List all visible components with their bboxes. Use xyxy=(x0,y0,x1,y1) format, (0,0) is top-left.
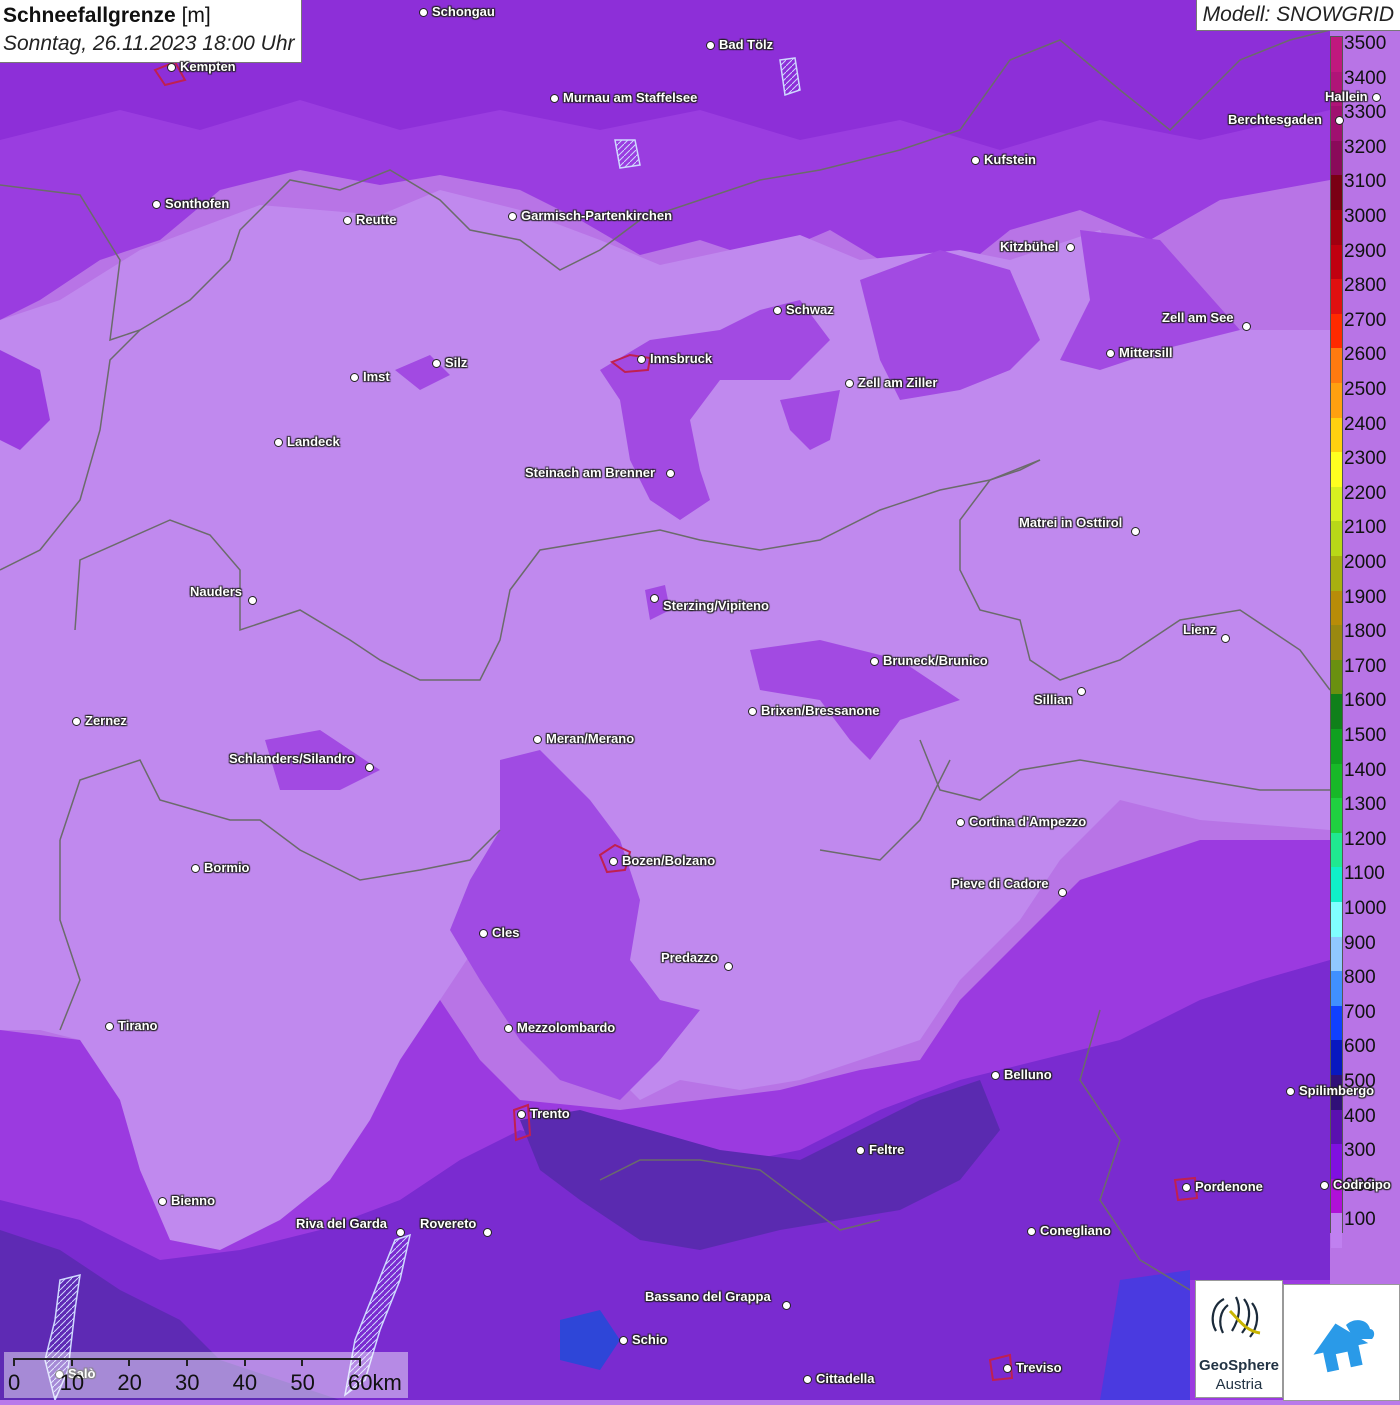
legend-swatch xyxy=(1331,417,1342,453)
legend-swatch xyxy=(1331,383,1342,419)
legend-label: 3300 xyxy=(1344,102,1387,124)
scale-tick xyxy=(186,1358,188,1366)
logo-name: GeoSphere xyxy=(1198,1357,1280,1374)
legend-label: 1600 xyxy=(1344,690,1387,712)
legend-swatch xyxy=(1331,798,1342,834)
legend-swatch xyxy=(1331,244,1342,280)
app-logo-icon xyxy=(1313,1320,1375,1373)
legend-swatch xyxy=(1331,832,1342,868)
scale-tick xyxy=(243,1358,246,1366)
legend-swatch xyxy=(1331,1144,1342,1180)
logo-subname: Austria xyxy=(1215,1376,1263,1393)
legend-label: 1300 xyxy=(1344,794,1387,816)
legend-label: 2600 xyxy=(1344,344,1387,366)
geosphere-logo[interactable]: GeoSphere Austria xyxy=(1195,1280,1283,1398)
legend-swatch xyxy=(1331,556,1342,592)
scale-label: 50 xyxy=(290,1370,315,1395)
legend-label: 1400 xyxy=(1344,759,1387,781)
app-logo[interactable] xyxy=(1283,1284,1400,1401)
scale-tick xyxy=(301,1358,304,1366)
legend-swatch xyxy=(1331,210,1342,246)
legend-swatch xyxy=(1331,729,1342,765)
legend-label: 900 xyxy=(1344,932,1376,954)
legend-swatch xyxy=(1331,694,1342,730)
legend-label: 1900 xyxy=(1344,586,1387,608)
scale-tick xyxy=(128,1358,131,1366)
color-legend xyxy=(1330,36,1343,1249)
scale-label: 60km xyxy=(348,1370,402,1395)
scale-label: 30 xyxy=(175,1370,200,1395)
legend-swatch xyxy=(1331,175,1342,211)
legend-label: 100 xyxy=(1344,1209,1376,1231)
legend-swatch xyxy=(1331,1109,1342,1145)
legend-swatch xyxy=(1331,625,1342,661)
legend-label: 600 xyxy=(1344,1036,1376,1058)
legend-label: 400 xyxy=(1344,1105,1376,1127)
legend-label: 1700 xyxy=(1344,655,1387,677)
legend-label: 2800 xyxy=(1344,275,1387,297)
legend-label: 3100 xyxy=(1344,171,1387,193)
legend-swatch xyxy=(1331,867,1342,903)
legend-swatch xyxy=(1331,521,1342,557)
legend-label: 1500 xyxy=(1344,725,1387,746)
legend-swatch xyxy=(1331,1005,1342,1041)
scale-label: 0 xyxy=(8,1370,21,1395)
legend-label: 3200 xyxy=(1344,136,1387,158)
model-label: Modell: SNOWGRID xyxy=(1195,0,1400,31)
legend-swatch xyxy=(1331,37,1342,73)
legend-swatch xyxy=(1331,140,1342,176)
legend-swatch xyxy=(1331,902,1342,938)
legend-swatch xyxy=(1331,486,1342,522)
legend-label: 700 xyxy=(1344,1001,1376,1023)
legend-swatch xyxy=(1331,936,1342,972)
legend-swatch xyxy=(1331,971,1342,1007)
legend-label: 300 xyxy=(1344,1140,1376,1162)
legend-label: 2500 xyxy=(1344,379,1387,400)
map-title-box: Schneefallgrenze [m] Sonntag, 26.11.2023… xyxy=(0,0,302,63)
legend-label: 2200 xyxy=(1344,482,1387,504)
scale-bar: 0 10 20 30 40 50 60km xyxy=(4,1352,408,1398)
legend-label: 1200 xyxy=(1344,828,1387,850)
legend-swatch xyxy=(1331,763,1342,799)
map-title: Schneefallgrenze [m] xyxy=(3,4,211,27)
legend-label: 1800 xyxy=(1344,621,1387,643)
legend-label: 3000 xyxy=(1344,206,1387,227)
legend-label: 2700 xyxy=(1344,309,1387,331)
map-date: Sonntag, 26.11.2023 18:00 Uhr xyxy=(3,32,295,55)
legend-label: 1100 xyxy=(1344,863,1385,885)
geosphere-emblem-icon xyxy=(1211,1296,1261,1338)
legend-label: 2000 xyxy=(1344,552,1387,573)
legend-swatch xyxy=(1331,659,1342,695)
legend-label: 2900 xyxy=(1344,240,1387,262)
legend-label: 2400 xyxy=(1344,413,1387,435)
legend-label: 1000 xyxy=(1344,898,1387,919)
legend-label: 3500 xyxy=(1344,33,1387,54)
legend-swatch xyxy=(1331,313,1342,349)
scale-tick xyxy=(70,1358,73,1366)
scale-tick xyxy=(13,1358,15,1366)
legend-label: 2100 xyxy=(1344,517,1387,539)
legend-swatch xyxy=(1331,1040,1342,1076)
scale-label: 20 xyxy=(117,1370,142,1395)
legend-label: 3400 xyxy=(1344,67,1387,89)
legend-swatch xyxy=(1331,348,1342,384)
scale-label: 10 xyxy=(59,1370,85,1395)
legend-label: 2300 xyxy=(1344,448,1387,470)
scale-label: 40 xyxy=(232,1370,258,1395)
legend-swatch xyxy=(1331,279,1342,315)
scale-tick xyxy=(359,1358,361,1366)
legend-swatch xyxy=(1331,1213,1342,1249)
legend-label: 800 xyxy=(1344,967,1376,989)
legend-swatch xyxy=(1331,452,1342,488)
legend-swatch xyxy=(1331,590,1342,626)
